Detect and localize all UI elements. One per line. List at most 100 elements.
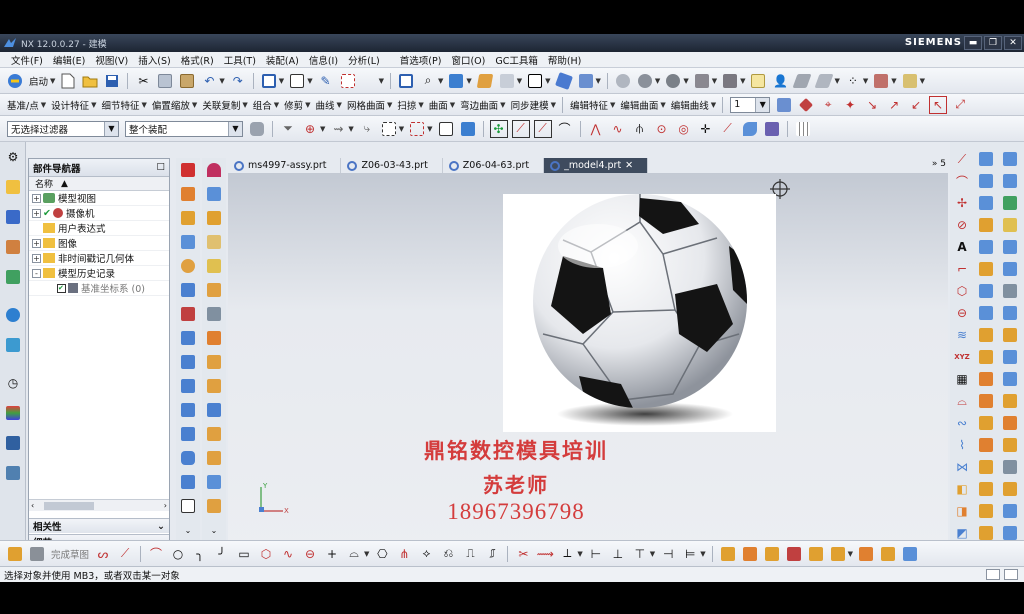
bridge-curve-icon[interactable]: ∾ (953, 414, 971, 432)
surface-7-icon[interactable] (977, 282, 995, 300)
thicken-icon[interactable] (179, 401, 197, 419)
rib-icon[interactable] (179, 473, 197, 491)
close-tab-icon[interactable]: ✕ (625, 160, 633, 171)
sketch-ellipse-icon[interactable]: ⊖ (301, 545, 319, 563)
edit-surface-10-icon[interactable] (1001, 348, 1019, 366)
revolve-icon[interactable] (179, 209, 197, 227)
snap-face-icon[interactable] (763, 120, 781, 138)
rapid-dimension-icon[interactable]: ⊢ (587, 545, 605, 563)
open-folder-icon[interactable] (81, 72, 99, 90)
wcs-display-icon[interactable]: ↖ (929, 95, 948, 114)
chevron-down-icon[interactable]: ▼ (104, 121, 118, 136)
tree-item-cameras[interactable]: + ✔ 摄像机 (29, 206, 169, 221)
add-existing-curve-icon[interactable]: ⎍ (461, 545, 479, 563)
filter-icon[interactable]: ⏷ (279, 120, 297, 138)
pattern-curve-icon[interactable]: ⎔ (373, 545, 391, 563)
menu-assembly[interactable]: 装配(A) (261, 53, 304, 67)
wcs-save-icon[interactable]: ⤢ (951, 96, 969, 114)
curve-rule-icon[interactable]: ⇝ (329, 120, 347, 138)
select-pointer-icon[interactable] (749, 72, 767, 90)
tab-z06-03-43[interactable]: Z06-03-43.prt (341, 158, 443, 173)
surface-12-icon[interactable] (977, 392, 995, 410)
snap-surface-icon[interactable] (741, 120, 759, 138)
cone-icon[interactable] (205, 161, 223, 179)
surface-8-icon[interactable] (977, 304, 995, 322)
close-button[interactable]: ✕ (1004, 36, 1022, 50)
start-icon[interactable] (6, 72, 24, 90)
user-role-icon[interactable]: 👤 (771, 72, 789, 90)
cut-icon[interactable]: ✂ (134, 72, 152, 90)
snap-center-icon[interactable]: ⊙ (653, 120, 671, 138)
surface-3-icon[interactable] (977, 194, 995, 212)
expand-icon[interactable]: + (32, 193, 41, 203)
background-icon[interactable] (526, 72, 544, 90)
menu-detail-feature[interactable]: 细节特征 (102, 98, 140, 112)
assembly-navigator-icon[interactable] (4, 178, 22, 196)
snap-endpoint-icon[interactable]: ✣ (489, 119, 508, 138)
edit-surface-14-icon[interactable] (1001, 436, 1019, 454)
wireframe-cube-icon[interactable] (437, 120, 455, 138)
trim-body-icon[interactable] (205, 449, 223, 467)
edit-surface-6-icon[interactable] (1001, 260, 1019, 278)
sketch-orient-icon[interactable] (6, 545, 24, 563)
selection-filter-select[interactable]: 无选择过滤器 ▼ (7, 120, 119, 137)
menu-preferences[interactable]: 首选项(P) (395, 53, 447, 67)
expand-icon[interactable]: + (32, 238, 41, 248)
sketch-polygon-icon[interactable]: ⬡ (257, 545, 275, 563)
measure-icon[interactable] (901, 72, 919, 90)
transform-icon[interactable] (339, 72, 357, 90)
snap-curve-icon[interactable]: ⌒ (556, 120, 574, 138)
surface-4-icon[interactable] (977, 216, 995, 234)
edit-surface-2-icon[interactable] (1001, 172, 1019, 190)
box-select-icon[interactable] (380, 120, 398, 138)
menu-window[interactable]: 窗口(O) (446, 53, 490, 67)
snap-grid-icon[interactable]: ⁘ (844, 72, 862, 90)
sphere-icon[interactable] (614, 72, 632, 90)
surface-1-icon[interactable] (977, 150, 995, 168)
subtract-icon[interactable] (205, 401, 223, 419)
feature-8-icon[interactable] (879, 545, 897, 563)
save-icon[interactable] (103, 72, 121, 90)
unite-icon[interactable] (205, 377, 223, 395)
sphere-dark-icon[interactable] (636, 72, 654, 90)
scroll-right-icon[interactable]: › (164, 501, 167, 510)
conic-icon[interactable]: ⊘ (953, 216, 971, 234)
scroll-left-icon[interactable]: ‹ (31, 501, 34, 510)
view-triad-icon[interactable] (577, 72, 595, 90)
zoom-icon[interactable]: ⌕ (419, 72, 437, 90)
display-mode-icon[interactable] (288, 72, 306, 90)
tree-item-user-expressions[interactable]: 用户表达式 (29, 221, 169, 236)
hole-icon[interactable] (179, 233, 197, 251)
grid-icon[interactable] (721, 72, 739, 90)
snap-point-icon[interactable]: ⊕ (301, 120, 319, 138)
scrollbar-thumb[interactable] (44, 501, 95, 510)
snap-spline-icon[interactable]: ∿ (609, 120, 627, 138)
menu-insert[interactable]: 插入(S) (133, 53, 175, 67)
surface-15-icon[interactable] (977, 458, 995, 476)
history-icon[interactable] (4, 336, 22, 354)
chevron-down-icon[interactable]: ⌄ (179, 521, 197, 539)
make-corner-icon[interactable]: ⟂ (558, 545, 576, 563)
edit-surface-4-icon[interactable] (1001, 216, 1019, 234)
menu-view[interactable]: 视图(V) (90, 53, 133, 67)
edit-surface-7-icon[interactable] (1001, 282, 1019, 300)
project-curve-icon[interactable]: ⌇ (953, 436, 971, 454)
copy-icon[interactable] (156, 72, 174, 90)
surface-17-icon[interactable] (977, 502, 995, 520)
relations-browser-icon[interactable]: ⊨ (681, 545, 699, 563)
menu-flange-surface[interactable]: 弯边曲面 (460, 98, 498, 112)
menu-edit-curve[interactable]: 编辑曲线 (671, 98, 709, 112)
tab-z06-04-63[interactable]: Z06-04-63.prt (443, 158, 545, 173)
pocket-icon[interactable] (179, 281, 197, 299)
plane-alt-icon[interactable] (814, 72, 835, 90)
tree-item-model-views[interactable]: + 模型视图 (29, 191, 169, 206)
menu-edit-surface[interactable]: 编辑曲面 (620, 98, 658, 112)
move-to-layer-icon[interactable] (797, 96, 815, 114)
sketch-spline-icon[interactable]: ∿ (279, 545, 297, 563)
web-browser-icon[interactable] (4, 306, 22, 324)
wcs-icon[interactable]: ⌖ (819, 96, 837, 114)
table-points-icon[interactable]: ▦ (953, 370, 971, 388)
chevron-down-icon[interactable]: ▼ (228, 121, 242, 136)
arc-icon[interactable]: ⌒ (953, 172, 971, 190)
edit-surface-9-icon[interactable] (1001, 326, 1019, 344)
